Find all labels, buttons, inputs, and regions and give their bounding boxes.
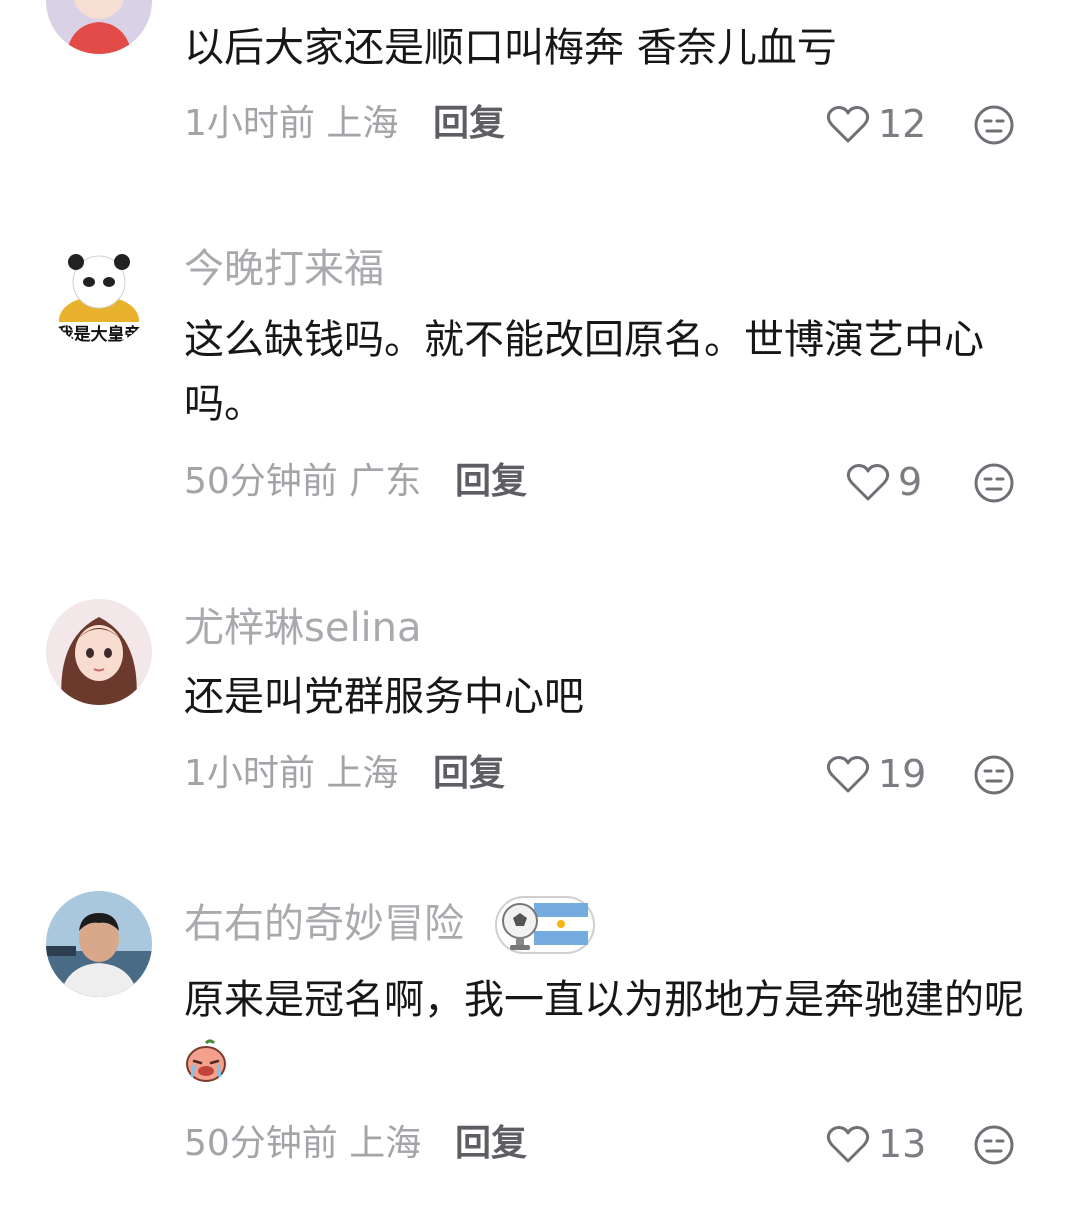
avatar[interactable]: 我是大皇帝 — [46, 240, 152, 346]
comment-time-location: 50分钟前 广东 — [184, 461, 422, 502]
heart-outline-icon — [826, 1126, 870, 1163]
comment-text: 以后大家还是顺口叫梅奔 香奈儿血亏 — [184, 25, 837, 71]
like-button[interactable]: 9 — [846, 460, 922, 504]
username[interactable]: 右右的奇妙冒险 — [184, 900, 464, 948]
reply-button[interactable]: 回复 — [455, 460, 527, 504]
emoji-button[interactable] — [973, 104, 1015, 146]
reply-button[interactable]: 回复 — [433, 102, 505, 146]
like-button[interactable]: 13 — [826, 1122, 926, 1166]
username[interactable]: 尤梓琳selina — [184, 604, 422, 652]
face-emoji-icon — [974, 463, 1014, 503]
comment-text: 这么缺钱吗。就不能改回原名。世博演艺中心吗。 — [184, 317, 984, 427]
heart-outline-icon — [826, 756, 870, 793]
comment-time-location: 1小时前 上海 — [184, 753, 399, 794]
reply-button[interactable]: 回复 — [433, 752, 505, 796]
avatar[interactable] — [46, 891, 152, 997]
reply-button[interactable]: 回复 — [455, 1122, 527, 1166]
emoji-button[interactable] — [973, 754, 1015, 796]
comment-text: 原来是冠名啊，我一直以为那地方是奔驰建的呢 — [184, 968, 1034, 1096]
like-count: 13 — [878, 1122, 927, 1166]
heart-outline-icon — [846, 464, 890, 501]
emoji-button[interactable] — [973, 462, 1015, 504]
like-count: 19 — [878, 752, 927, 796]
avatar[interactable] — [46, 599, 152, 705]
avatar[interactable] — [46, 0, 152, 54]
face-emoji-icon — [974, 755, 1014, 795]
comment-time-location: 1小时前 上海 — [184, 103, 399, 144]
like-count: 12 — [878, 102, 927, 146]
emoji-button[interactable] — [973, 1124, 1015, 1166]
like-button[interactable]: 19 — [826, 752, 926, 796]
like-button[interactable]: 12 — [826, 102, 926, 146]
like-count: 9 — [898, 460, 923, 504]
comment-time-location: 50分钟前 上海 — [184, 1123, 422, 1164]
avatar-caption: 我是大皇帝 — [57, 324, 142, 345]
comment-text: 还是叫党群服务中心吧 — [184, 674, 584, 720]
username[interactable]: 今晚打来福 — [184, 245, 384, 293]
face-emoji-icon — [974, 105, 1014, 145]
face-emoji-icon — [974, 1125, 1014, 1165]
argentina-football-badge — [494, 895, 596, 955]
heart-outline-icon — [826, 106, 870, 143]
crying-face-emoji — [184, 1039, 228, 1083]
comment-text-content: 原来是冠名啊，我一直以为那地方是奔驰建的呢 — [184, 977, 1024, 1023]
